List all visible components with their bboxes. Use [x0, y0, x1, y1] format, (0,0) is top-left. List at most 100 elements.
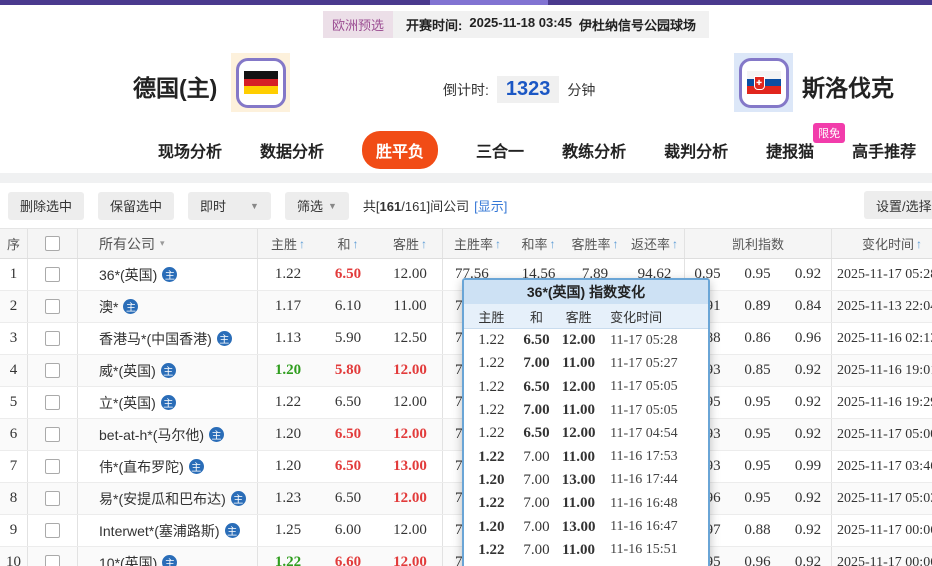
- delete-selected-button[interactable]: 删除选中: [8, 191, 85, 220]
- odds-cell[interactable]: 6.00: [318, 515, 378, 546]
- col-header-away[interactable]: 客胜 ↑: [378, 229, 443, 258]
- row-checkbox[interactable]: [45, 267, 60, 282]
- germany-flag-icon: [243, 71, 278, 94]
- row-checkbox[interactable]: [45, 523, 60, 538]
- nav-tab-捷报猫[interactable]: 捷报猫 限免: [766, 123, 846, 162]
- company-name[interactable]: 澳*: [99, 297, 118, 317]
- company-name[interactable]: 香港马*(中国香港): [99, 329, 212, 349]
- settings-button[interactable]: 设置/选择: [864, 191, 932, 219]
- odds-cell[interactable]: 1.22: [258, 387, 318, 418]
- odds-cell[interactable]: 1.23: [258, 483, 318, 514]
- col-header-home-rate[interactable]: 主胜率 ↑: [443, 229, 512, 258]
- odds-cell[interactable]: 5.90: [318, 323, 378, 354]
- odds-cell[interactable]: 1.20: [258, 451, 318, 482]
- instant-dropdown[interactable]: 即时 ▼: [188, 191, 271, 220]
- nav-tab-教练分析[interactable]: 教练分析: [562, 138, 626, 162]
- odds-cell[interactable]: 12.00: [378, 387, 443, 418]
- col-header-change-time[interactable]: 变化时间 ↑: [832, 229, 932, 258]
- odds-cell[interactable]: 12.00: [378, 515, 443, 546]
- nav-tab-胜平负[interactable]: 胜平负: [362, 131, 439, 169]
- col-header-draw-rate[interactable]: 和率 ↑: [512, 229, 565, 258]
- company-name[interactable]: bet-at-h*(马尔他): [99, 425, 204, 445]
- odds-cell[interactable]: 1.20: [258, 355, 318, 386]
- company-name[interactable]: 36*(英国): [99, 265, 157, 285]
- top-progress-bar: [0, 0, 932, 5]
- popup-away-odds: 11.00: [562, 495, 596, 512]
- odds-cell[interactable]: 12.00: [378, 419, 443, 450]
- company-name[interactable]: 立*(英国): [99, 393, 156, 413]
- odds-cell[interactable]: 1.22: [258, 547, 318, 566]
- popup-change-time: 11-17 05:27: [610, 355, 678, 371]
- company-cell[interactable]: 伟*(直布罗陀) 主: [78, 451, 258, 482]
- row-checkbox[interactable]: [45, 459, 60, 474]
- row-checkbox-cell: [28, 547, 78, 566]
- odds-cell[interactable]: 6.50: [318, 419, 378, 450]
- company-name[interactable]: 威*(英国): [99, 361, 156, 381]
- company-name[interactable]: 易*(安提瓜和巴布达): [99, 489, 226, 509]
- company-name[interactable]: Interwet*(塞浦路斯): [99, 521, 220, 541]
- popup-away-odds: 12.00: [561, 425, 596, 442]
- odds-cell[interactable]: 6.60: [318, 547, 378, 566]
- nav-tab-高手推荐[interactable]: 高手推荐: [852, 138, 916, 162]
- popup-col-away: 客胜: [565, 309, 592, 325]
- company-name[interactable]: 10*(英国): [99, 553, 157, 566]
- company-cell[interactable]: 香港马*(中国香港) 主: [78, 323, 258, 354]
- odds-cell[interactable]: 6.50: [318, 259, 378, 290]
- popup-col-time: 变化时间: [610, 309, 663, 325]
- col-header-away-rate[interactable]: 客胜率 ↑: [565, 229, 625, 258]
- odds-cell[interactable]: 5.80: [318, 355, 378, 386]
- odds-cell[interactable]: 12.00: [378, 259, 443, 290]
- row-checkbox[interactable]: [45, 395, 60, 410]
- nav-tab-裁判分析[interactable]: 裁判分析: [664, 138, 728, 162]
- row-checkbox[interactable]: [45, 555, 60, 566]
- odds-cell[interactable]: 6.50: [318, 483, 378, 514]
- odds-cell[interactable]: 1.20: [258, 419, 318, 450]
- company-cell[interactable]: 易*(安提瓜和巴布达) 主: [78, 483, 258, 514]
- odds-change-popup: 36*(英国) 指数变化 主胜 和 客胜 变化时间 1.22 6.50 12.00 1…: [462, 278, 710, 566]
- row-checkbox[interactable]: [45, 299, 60, 314]
- popup-draw-odds: 7.00: [523, 471, 550, 488]
- row-index: 4: [0, 355, 28, 386]
- nav-tab-现场分析[interactable]: 现场分析: [158, 138, 222, 162]
- nav-tab-数据分析[interactable]: 数据分析: [260, 138, 324, 162]
- odds-cell[interactable]: 1.17: [258, 291, 318, 322]
- sort-asc-icon: ↑: [549, 236, 556, 251]
- company-cell[interactable]: 澳* 主: [78, 291, 258, 322]
- col-header-home[interactable]: 主胜 ↑: [258, 229, 318, 258]
- col-header-draw[interactable]: 和 ↑: [318, 229, 378, 258]
- odds-cell[interactable]: 1.22: [258, 259, 318, 290]
- odds-cell[interactable]: 11.00: [378, 291, 443, 322]
- show-link[interactable]: [显示]: [474, 199, 507, 214]
- row-checkbox[interactable]: [45, 427, 60, 442]
- company-name[interactable]: 伟*(直布罗陀): [99, 457, 184, 477]
- row-checkbox[interactable]: [45, 331, 60, 346]
- select-all-checkbox[interactable]: [45, 236, 60, 251]
- home-marker-icon: 主: [209, 427, 225, 442]
- row-checkbox[interactable]: [45, 491, 60, 506]
- company-cell[interactable]: bet-at-h*(马尔他) 主: [78, 419, 258, 450]
- company-cell[interactable]: 10*(英国) 主: [78, 547, 258, 566]
- odds-cell[interactable]: 1.13: [258, 323, 318, 354]
- company-count-text: 共[161/161]间公司 [显示]: [362, 199, 508, 214]
- odds-cell[interactable]: 12.00: [378, 355, 443, 386]
- nav-tab-三合一[interactable]: 三合一: [476, 138, 524, 162]
- company-cell[interactable]: 36*(英国) 主: [78, 259, 258, 290]
- odds-cell[interactable]: 6.10: [318, 291, 378, 322]
- sort-asc-icon: ↑: [916, 236, 922, 251]
- keep-selected-button[interactable]: 保留选中: [98, 191, 175, 220]
- odds-cell[interactable]: 6.50: [318, 451, 378, 482]
- row-checkbox[interactable]: [45, 363, 60, 378]
- company-cell[interactable]: Interwet*(塞浦路斯) 主: [78, 515, 258, 546]
- col-header-company[interactable]: 所有公司 ▾: [78, 229, 258, 258]
- company-cell[interactable]: 立*(英国) 主: [78, 387, 258, 418]
- company-cell[interactable]: 威*(英国) 主: [78, 355, 258, 386]
- odds-cell[interactable]: 12.00: [378, 547, 443, 566]
- odds-cell[interactable]: 13.00: [378, 451, 443, 482]
- odds-cell[interactable]: 12.50: [378, 323, 443, 354]
- odds-cell[interactable]: 12.00: [378, 483, 443, 514]
- popup-draw-odds: 7.00: [523, 355, 550, 372]
- col-header-return-rate[interactable]: 返还率 ↑: [625, 229, 685, 258]
- odds-cell[interactable]: 6.50: [318, 387, 378, 418]
- filter-dropdown[interactable]: 筛选 ▼: [284, 191, 349, 220]
- odds-cell[interactable]: 1.25: [258, 515, 318, 546]
